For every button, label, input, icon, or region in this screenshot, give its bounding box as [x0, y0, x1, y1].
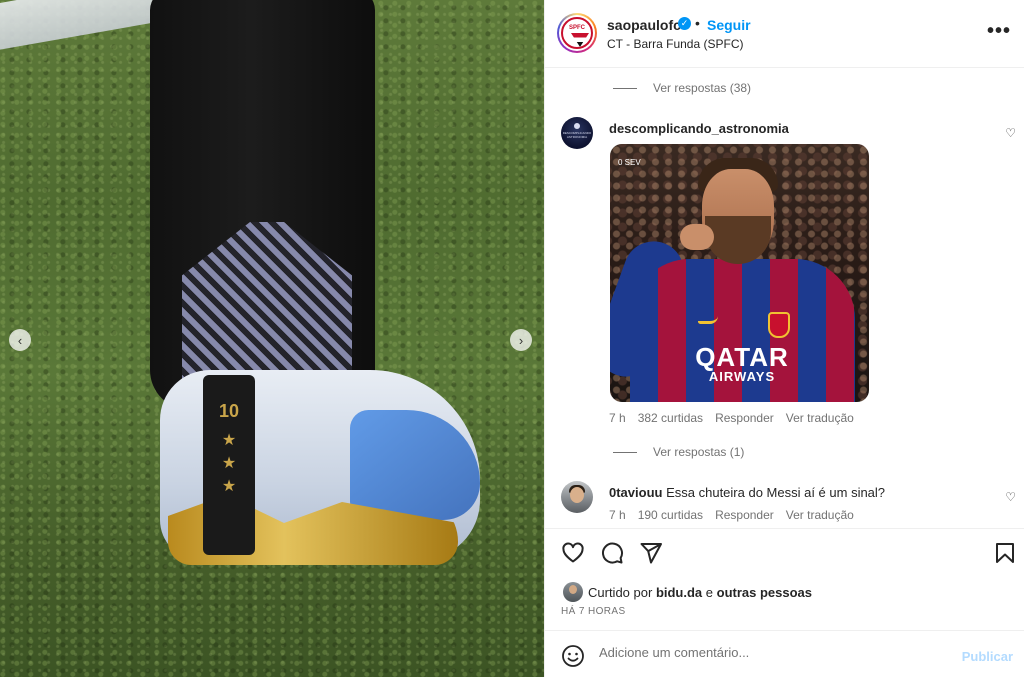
post-actions [545, 528, 1024, 578]
view-replies-button[interactable]: Ver respostas (38) [613, 81, 751, 95]
comment-likes[interactable]: 190 curtidas [638, 508, 703, 522]
gif-scoreboard: 0 SEV [618, 158, 641, 167]
liker-avatar[interactable] [563, 582, 583, 602]
post-side-panel: SPFC saopaulofc ✓ • Seguir CT - Barra Fu… [544, 0, 1024, 677]
view-replies-label: Ver respostas (38) [653, 81, 752, 95]
separator-dot: • [695, 15, 700, 31]
comment-meta: 7 h 190 curtidas Responder Ver tradução [609, 508, 866, 522]
follow-button[interactable]: Seguir [707, 17, 751, 33]
comment-meta: 7 h 382 curtidas Responder Ver tradução [609, 411, 866, 425]
translate-button[interactable]: Ver tradução [786, 411, 854, 425]
comments-list: Ver respostas (38) DESCOMPLICANDO ASTRON… [545, 68, 1024, 528]
share-icon[interactable] [639, 541, 663, 565]
likes-summary: Curtido por bidu.da e outras pessoas HÁ … [545, 578, 1024, 628]
star-icon: ★ [221, 455, 237, 472]
heart-icon[interactable]: ♡ [1005, 490, 1016, 504]
post-media: 10 ★ ★ ★ ‹ › [0, 0, 544, 677]
bookmark-icon[interactable] [993, 541, 1017, 565]
comment-time: 7 h [609, 411, 626, 425]
add-comment-bar: Publicar [545, 630, 1024, 677]
comment-gif[interactable]: 0 SEV QATAR AIRWAYS [610, 144, 869, 402]
jersey-number: 10 [218, 401, 240, 421]
liked-by-text[interactable]: Curtido por bidu.da e outras pessoas [588, 585, 812, 600]
comment-text: Essa chuteira do Messi aí é um sinal? [666, 485, 886, 500]
comment-likes[interactable]: 382 curtidas [638, 411, 703, 425]
emoji-icon[interactable] [561, 644, 585, 668]
translate-button[interactable]: Ver tradução [786, 508, 854, 522]
view-replies-label: Ver respostas (1) [653, 445, 745, 459]
comment-username[interactable]: descomplicando_astronomia [609, 121, 789, 136]
chevron-left-icon[interactable]: ‹ [9, 329, 31, 351]
post-location[interactable]: CT - Barra Funda (SPFC) [607, 37, 743, 51]
reply-button[interactable]: Responder [715, 508, 774, 522]
more-icon[interactable]: ••• [987, 20, 1011, 43]
comment-avatar[interactable] [561, 481, 593, 513]
star-icon: ★ [221, 432, 237, 449]
reply-button[interactable]: Responder [715, 411, 774, 425]
post-header: SPFC saopaulofc ✓ • Seguir CT - Barra Fu… [545, 0, 1024, 68]
view-replies-button[interactable]: Ver respostas (1) [613, 445, 744, 459]
comment-time: 7 h [609, 508, 626, 522]
comment-username[interactable]: 0taviouu [609, 485, 662, 500]
gif-sponsor: QATAR AIRWAYS [695, 342, 789, 384]
avatar[interactable]: SPFC [557, 13, 597, 53]
boot-heel-tab: 10 ★ ★ ★ [203, 375, 255, 555]
post-timestamp[interactable]: HÁ 7 HORAS [561, 606, 626, 617]
comment-input[interactable] [599, 645, 939, 660]
comment-avatar[interactable]: DESCOMPLICANDO ASTRONOMIA [561, 117, 593, 149]
comment-icon[interactable] [600, 541, 624, 565]
spfc-logo: SPFC [561, 17, 593, 49]
heart-icon[interactable] [561, 541, 585, 565]
comment-body: 0taviouu Essa chuteira do Messi aí é um … [609, 485, 885, 500]
heart-icon[interactable]: ♡ [1005, 126, 1016, 140]
liker-username[interactable]: bidu.da [656, 585, 702, 600]
verified-icon: ✓ [678, 17, 691, 30]
publish-button[interactable]: Publicar [962, 649, 1013, 664]
others-link[interactable]: outras pessoas [717, 585, 812, 600]
star-icon: ★ [221, 478, 237, 495]
chevron-right-icon[interactable]: › [510, 329, 532, 351]
post-username[interactable]: saopaulofc [607, 17, 681, 33]
